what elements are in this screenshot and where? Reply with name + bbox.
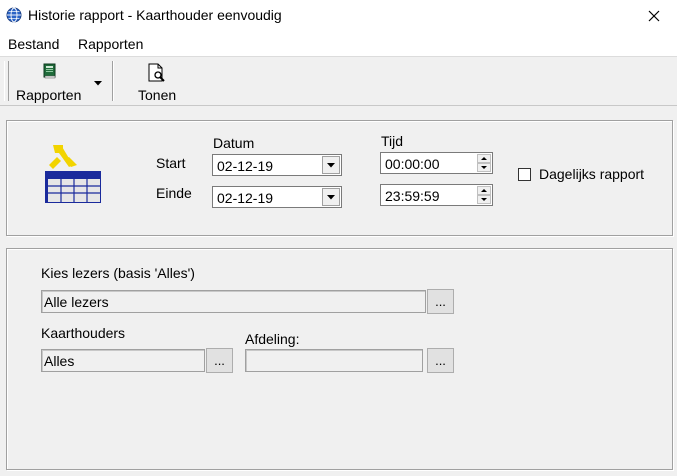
- cardholders-label: Kaarthouders: [41, 325, 126, 341]
- close-button[interactable]: [631, 0, 677, 32]
- einde-label: Einde: [156, 185, 192, 201]
- readers-browse-button[interactable]: ...: [427, 289, 454, 314]
- report-book-icon: [43, 63, 56, 79]
- toolbar: Rapporten Tonen: [0, 57, 677, 106]
- start-time-spinner[interactable]: 00:00:00: [380, 152, 493, 174]
- preview-magnifier-icon: [148, 63, 165, 82]
- arrow-up-icon: [481, 189, 487, 192]
- readers-field: Alle lezers: [41, 290, 426, 313]
- cardholders-browse-button[interactable]: ...: [206, 348, 233, 373]
- daily-report-label[interactable]: Dagelijks rapport: [539, 166, 644, 182]
- department-label: Afdeling:: [245, 331, 300, 347]
- tonen-toolbar-button[interactable]: Tonen: [132, 59, 184, 103]
- menu-item-rapporten[interactable]: Rapporten: [78, 36, 143, 52]
- arrow-down-icon: [481, 198, 487, 201]
- end-date-value: 02-12-19: [217, 190, 274, 206]
- filter-panel: Kies lezers (basis 'Alles') Alle lezers …: [6, 248, 673, 470]
- daily-report-checkbox[interactable]: [518, 168, 531, 181]
- menu-bar: Bestand Rapporten: [0, 32, 677, 57]
- globe-icon: [6, 7, 22, 23]
- readers-label: Kies lezers (basis 'Alles'): [41, 265, 195, 281]
- window-title: Historie rapport - Kaarthouder eenvoudig: [28, 7, 282, 23]
- end-time-spinner[interactable]: 23:59:59: [380, 184, 493, 206]
- chevron-down-icon: [327, 194, 335, 199]
- start-date-value: 02-12-19: [217, 158, 274, 174]
- report-table-icon: [45, 145, 101, 203]
- toolbar-grip[interactable]: [4, 61, 9, 101]
- end-date-combo[interactable]: 02-12-19: [212, 186, 342, 208]
- cardholders-value: Alles: [44, 353, 75, 369]
- arrow-down-icon: [481, 166, 487, 169]
- start-time-value: 00:00:00: [385, 156, 440, 172]
- department-field: [245, 349, 423, 372]
- start-time-up-button[interactable]: [477, 154, 491, 163]
- triangle-down-icon[interactable]: [94, 81, 102, 86]
- start-time-down-button[interactable]: [477, 163, 491, 172]
- end-time-up-button[interactable]: [477, 186, 491, 195]
- menu-item-bestand[interactable]: Bestand: [8, 36, 59, 52]
- end-time-value: 23:59:59: [385, 188, 440, 204]
- rapporten-toolbar-button[interactable]: Rapporten: [12, 59, 106, 103]
- toolbar-separator: [112, 61, 114, 101]
- start-label: Start: [156, 155, 186, 171]
- start-date-combo[interactable]: 02-12-19: [212, 154, 342, 176]
- cardholders-field: Alles: [41, 349, 205, 372]
- readers-value: Alle lezers: [44, 294, 109, 310]
- chevron-down-icon: [327, 162, 335, 167]
- end-date-dropdown-button[interactable]: [322, 188, 340, 206]
- tijd-label: Tijd: [381, 133, 404, 149]
- department-browse-button[interactable]: ...: [427, 348, 454, 373]
- title-bar: Historie rapport - Kaarthouder eenvoudig: [0, 0, 677, 32]
- datum-label: Datum: [213, 135, 255, 151]
- arrow-up-icon: [481, 157, 487, 160]
- date-range-panel: Datum Tijd Start Einde 02-12-19 02-12-19…: [6, 120, 673, 236]
- start-date-dropdown-button[interactable]: [322, 156, 340, 174]
- tonen-toolbar-label: Tonen: [138, 87, 177, 103]
- rapporten-toolbar-label: Rapporten: [16, 87, 82, 103]
- end-time-down-button[interactable]: [477, 195, 491, 204]
- close-icon: [648, 10, 660, 22]
